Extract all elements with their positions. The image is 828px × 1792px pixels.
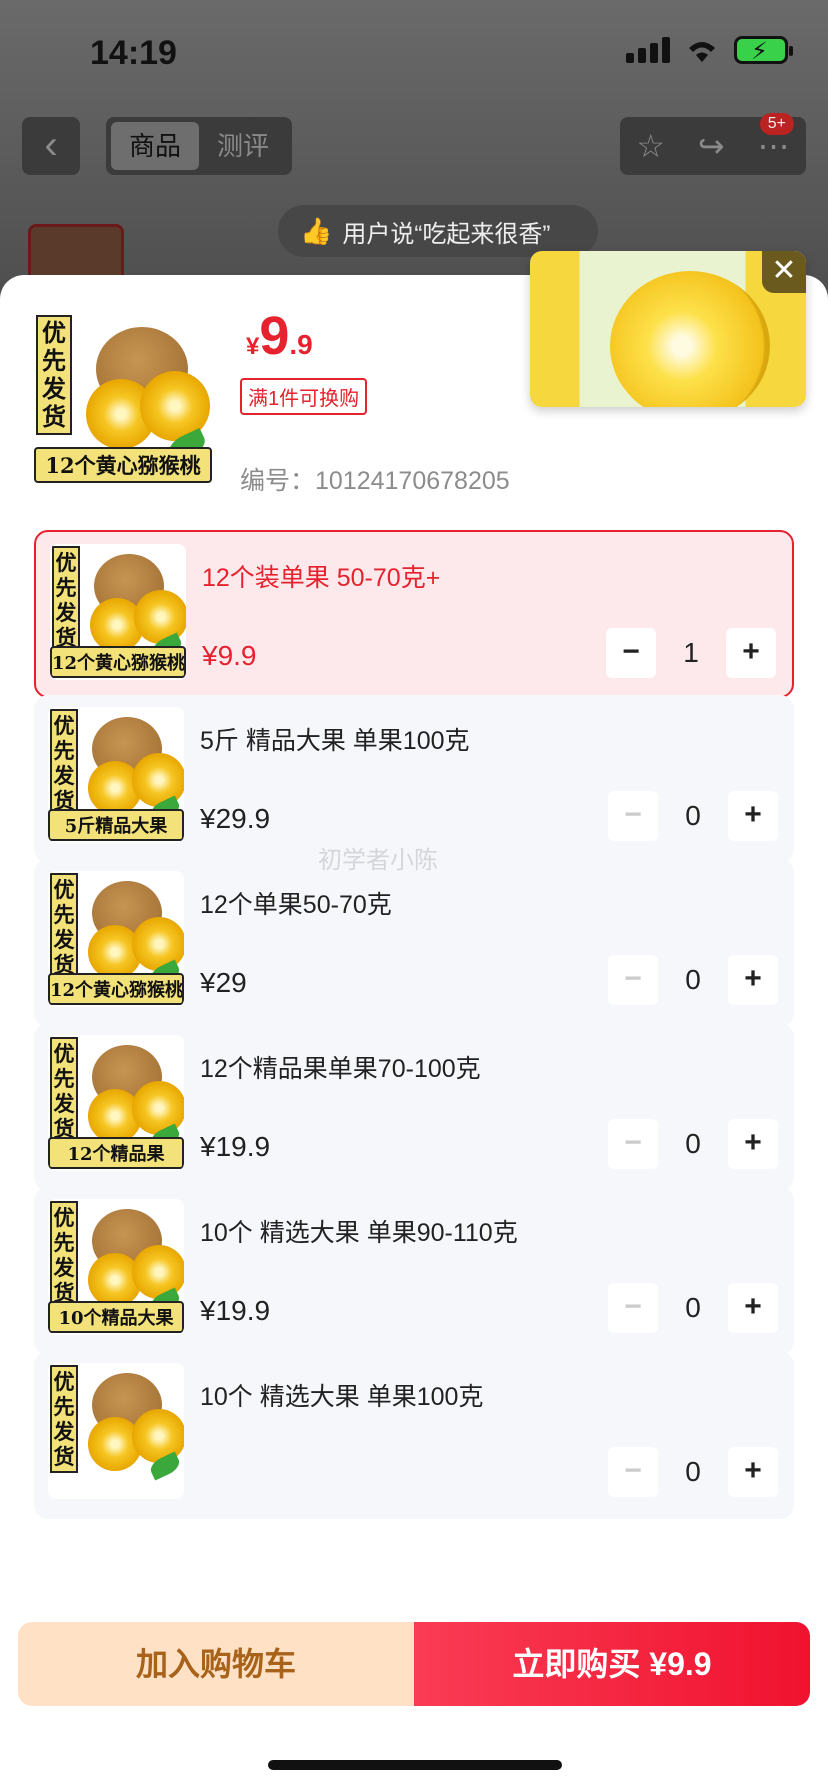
option-card[interactable]: 优先发货 12个黄心猕猴桃 12个装单果 50-70克+ ¥9.9 − 1 +	[34, 530, 794, 698]
option-image: 优先发货	[48, 1363, 184, 1499]
option-name: 10个 精选大果 单果90-110克	[200, 1219, 518, 1247]
top-nav: ‹ 商品 测评 ☆ ↪ ⋯ 5+	[0, 113, 828, 185]
option-caption: 5斤精品大果	[48, 809, 184, 841]
option-name: 12个装单果 50-70克+	[202, 564, 441, 592]
sku-number: 编号：10124170678205	[240, 467, 510, 495]
review-toast: 👍 用户说“吃起来很香”	[278, 205, 598, 257]
priority-badge: 优先发货	[50, 1201, 78, 1309]
share-icon[interactable]: ↪	[698, 127, 725, 165]
option-image: 优先发货 10个精品大果	[48, 1199, 184, 1335]
option-card[interactable]: 优先发货 12个黄心猕猴桃 12个单果50-70克 ¥29 − 0 +	[34, 859, 794, 1027]
product-caption: 12个黄心猕猴桃	[34, 447, 212, 483]
quantity-value: 1	[683, 637, 699, 668]
quantity-stepper: − 0 +	[608, 955, 778, 1005]
priority-badge: 优先发货	[50, 873, 78, 981]
option-image: 优先发货 12个黄心猕猴桃	[50, 544, 186, 680]
option-name: 10个 精选大果 单果100克	[200, 1383, 484, 1411]
decrement-button[interactable]: −	[608, 955, 658, 1005]
option-price: ¥29.9	[200, 803, 271, 834]
quantity-stepper: − 0 +	[608, 1447, 778, 1497]
tab-review[interactable]: 测评	[199, 122, 287, 170]
tab-bar: 商品 测评	[106, 117, 292, 175]
option-caption: 10个精品大果	[48, 1301, 184, 1333]
tab-product[interactable]: 商品	[111, 122, 199, 170]
increment-button[interactable]: +	[728, 791, 778, 841]
thumbs-up-icon: 👍	[300, 215, 333, 246]
battery-icon: ⚡	[734, 36, 793, 65]
priority-badge: 优先发货	[52, 546, 80, 654]
option-name: 12个单果50-70克	[200, 891, 392, 919]
star-icon[interactable]: ☆	[636, 127, 665, 165]
priority-badge: 优先发货	[50, 1365, 78, 1473]
increment-button[interactable]: +	[728, 1119, 778, 1169]
back-button[interactable]: ‹	[22, 117, 80, 175]
increment-button[interactable]: +	[726, 628, 776, 678]
decrement-button[interactable]: −	[606, 628, 656, 678]
status-time: 14:19	[90, 34, 177, 72]
kiwi-image	[610, 271, 770, 407]
close-icon[interactable]: ✕	[762, 251, 806, 293]
priority-badge: 优先发货	[50, 709, 78, 817]
option-caption: 12个黄心猕猴桃	[50, 646, 186, 678]
quantity-stepper: − 0 +	[608, 1119, 778, 1169]
decrement-button[interactable]: −	[608, 1119, 658, 1169]
priority-badge: 优先发货	[50, 1037, 78, 1145]
quantity-value: 0	[685, 1128, 701, 1159]
nav-actions: ☆ ↪ ⋯ 5+	[620, 113, 806, 175]
option-card[interactable]: 优先发货 10个 精选大果 单果100克 − 0 +	[34, 1351, 794, 1519]
quantity-value: 0	[685, 964, 701, 995]
increment-button[interactable]: +	[728, 1283, 778, 1333]
increment-button[interactable]: +	[728, 955, 778, 1005]
preview-popup[interactable]: ✕	[530, 251, 806, 407]
option-price: ¥19.9	[200, 1131, 271, 1162]
quantity-stepper: − 1 +	[606, 628, 776, 678]
option-price: ¥19.9	[200, 1295, 271, 1326]
option-card[interactable]: 优先发货 10个精品大果 10个 精选大果 单果90-110克 ¥19.9 − …	[34, 1187, 794, 1355]
quantity-value: 0	[685, 1292, 701, 1323]
status-bar: 14:19 ⚡	[0, 0, 828, 110]
coupon-tag[interactable]: 满1件可换购	[240, 378, 368, 415]
decrement-button[interactable]: −	[608, 1283, 658, 1333]
option-card[interactable]: 优先发货 5斤精品大果 5斤 精品大果 单果100克 ¥29.9 − 0 +	[34, 695, 794, 863]
option-price: ¥9.9	[202, 640, 257, 671]
product-image: 优先发货 12个黄心猕猴桃	[34, 309, 212, 487]
chevron-left-icon: ‹	[44, 123, 58, 167]
option-image: 优先发货 12个黄心猕猴桃	[48, 871, 184, 1007]
watermark: 初学者小陈	[318, 847, 438, 874]
option-caption: 12个黄心猕猴桃	[48, 973, 184, 1005]
priority-badge: 优先发货	[36, 315, 72, 435]
wifi-icon	[684, 36, 720, 64]
product-price: ¥9.9	[246, 306, 313, 366]
option-image: 优先发货 5斤精品大果	[48, 707, 184, 843]
add-to-cart-button[interactable]: 加入购物车	[18, 1622, 414, 1706]
option-image: 优先发货 12个精品果	[48, 1035, 184, 1171]
increment-button[interactable]: +	[728, 1447, 778, 1497]
option-card[interactable]: 优先发货 12个精品果 12个精品果单果70-100克 ¥19.9 − 0 +	[34, 1023, 794, 1191]
cellular-signal-icon	[626, 37, 670, 63]
option-caption: 12个精品果	[48, 1137, 184, 1169]
quantity-stepper: − 0 +	[608, 791, 778, 841]
quantity-stepper: − 0 +	[608, 1283, 778, 1333]
option-price: ¥29	[200, 967, 247, 998]
quantity-value: 0	[685, 1456, 701, 1487]
buy-now-button[interactable]: 立即购买 ¥9.9	[414, 1622, 810, 1706]
option-name: 12个精品果单果70-100克	[200, 1055, 481, 1083]
decrement-button[interactable]: −	[608, 1447, 658, 1497]
sku-sheet: 优先发货 12个黄心猕猴桃 ¥9.9 满1件可换购 编号：10124170678…	[0, 251, 828, 1792]
home-indicator	[268, 1760, 562, 1770]
quantity-value: 0	[685, 800, 701, 831]
option-name: 5斤 精品大果 单果100克	[200, 727, 470, 755]
toast-text: 用户说“吃起来很香”	[342, 220, 551, 248]
message-badge: 5+	[759, 113, 794, 135]
decrement-button[interactable]: −	[608, 791, 658, 841]
